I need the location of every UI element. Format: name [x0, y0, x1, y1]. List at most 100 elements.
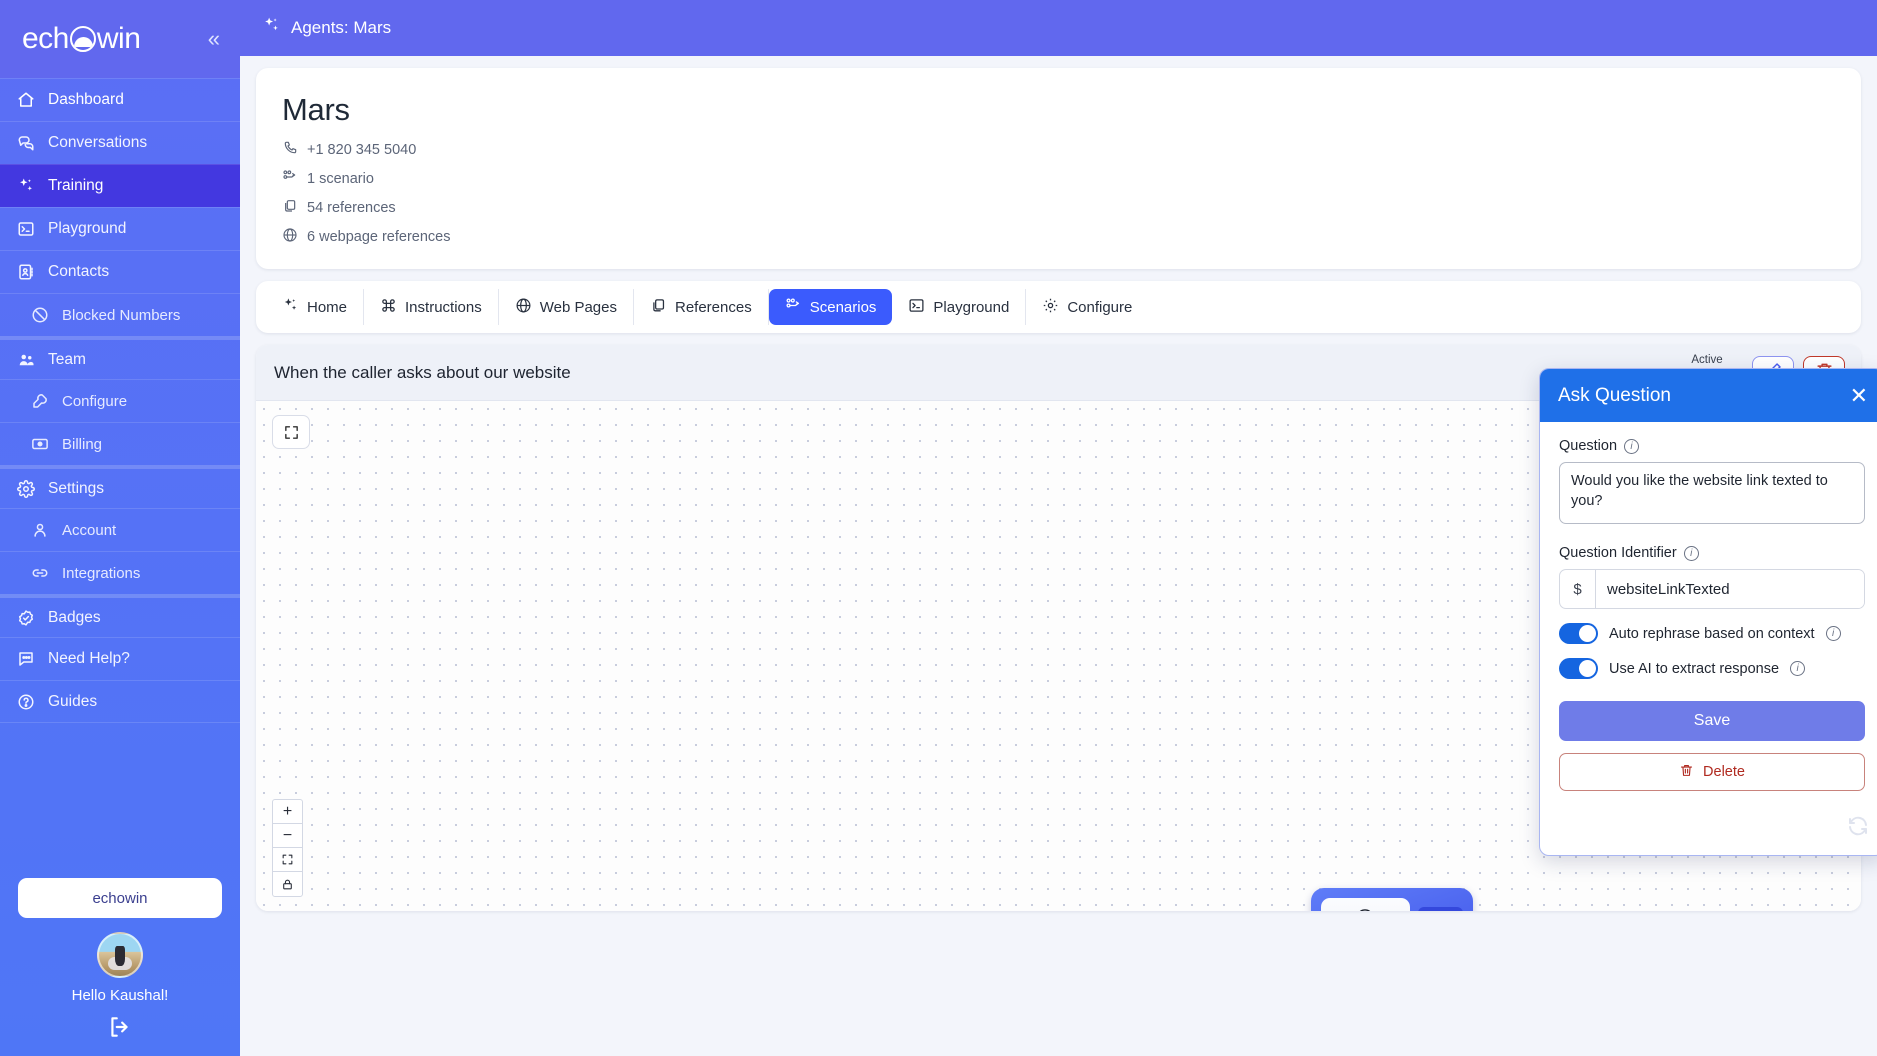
banknote-icon — [30, 434, 50, 454]
logo-o-icon — [69, 26, 96, 52]
info-icon[interactable]: i — [1790, 661, 1806, 676]
question-field-label: Question i — [1559, 438, 1865, 454]
node-ports: Sent Failed — [1417, 907, 1463, 911]
zoom-fit-button[interactable] — [273, 848, 302, 872]
page-title: Agents: Mars — [291, 18, 392, 37]
link-icon — [30, 563, 50, 583]
tab-label: Home — [307, 298, 348, 316]
agent-webpage-text: 6 webpage references — [307, 229, 451, 245]
sidebar-item-label: Need Help? — [48, 650, 130, 667]
contact-book-icon — [16, 262, 36, 282]
delete-button-label: Delete — [1703, 764, 1745, 780]
canvas-fullscreen-button[interactable] — [272, 415, 310, 449]
tab-configure[interactable]: Configure — [1026, 289, 1148, 325]
info-icon[interactable]: i — [1624, 438, 1640, 454]
agent-name: Mars — [282, 92, 350, 127]
tab-web-pages[interactable]: Web Pages — [499, 289, 634, 325]
sidebar-item-conversations[interactable]: Conversations — [0, 121, 240, 164]
refresh-icon[interactable] — [1846, 814, 1870, 843]
sidebar-item-label: Guides — [48, 692, 98, 710]
agent-meta-scenarios: 1 scenario — [282, 169, 1835, 189]
panel-header: Ask Question ✕ — [1540, 369, 1877, 422]
sidebar-item-label: Integrations — [62, 564, 141, 582]
tab-label: Instructions — [405, 298, 482, 316]
sidebar-item-training[interactable]: Training — [0, 164, 240, 207]
flow-node-send-text[interactable]: Send Text Sent Failed — [1311, 888, 1473, 911]
sidebar-item-playground[interactable]: Playground — [0, 207, 240, 250]
identifier-field-label: Question Identifier i — [1559, 545, 1865, 561]
sidebar-item-dashboard[interactable]: Dashboard — [0, 78, 240, 121]
auto-rephrase-toggle[interactable] — [1559, 623, 1598, 644]
sidebar-item-label: Dashboard — [48, 91, 124, 108]
tab-label: Configure — [1067, 298, 1133, 316]
sidebar: ech win « Dashboard Conversations Trainin… — [0, 0, 240, 1056]
canvas-lock-button[interactable] — [273, 872, 302, 896]
trash-icon — [1679, 763, 1694, 782]
sidebar-item-label: Contacts — [48, 263, 110, 280]
identifier-input[interactable] — [1596, 570, 1864, 608]
tab-scenarios[interactable]: Scenarios — [768, 289, 893, 325]
sparkles-icon — [262, 16, 281, 40]
gear-icon — [16, 479, 36, 499]
logout-icon[interactable] — [107, 1014, 133, 1040]
user-icon — [30, 520, 50, 540]
badge-check-icon — [16, 608, 36, 628]
zoom-out-button[interactable]: − — [273, 824, 302, 848]
tab-label: Playground — [933, 298, 1010, 316]
question-label-text: Question — [1559, 438, 1618, 454]
sidebar-item-settings[interactable]: Settings — [0, 465, 240, 508]
sidebar-item-team[interactable]: Team — [0, 336, 240, 379]
sidebar-item-account[interactable]: Account — [0, 508, 240, 551]
sidebar-item-label: Training — [48, 177, 104, 194]
sidebar-item-integrations[interactable]: Integrations — [0, 551, 240, 594]
echowin-logo[interactable]: ech win — [22, 22, 141, 56]
agent-scenario-text: 1 scenario — [307, 171, 374, 187]
chat-dots-icon — [1355, 906, 1375, 911]
tab-playground[interactable]: Playground — [892, 289, 1027, 325]
sidebar-item-configure[interactable]: Configure — [0, 379, 240, 422]
close-icon[interactable]: ✕ — [1850, 384, 1868, 407]
use-ai-toggle[interactable] — [1559, 658, 1598, 679]
active-label: Active — [1691, 354, 1723, 366]
phone-icon — [282, 140, 298, 160]
sparkles-icon — [16, 176, 36, 196]
main-area: Agents: Mars Mars +1 820 345 5040 1 scen… — [240, 0, 1877, 1056]
copy-icon — [282, 198, 298, 218]
globe-icon — [282, 227, 298, 247]
avatar[interactable] — [97, 932, 143, 978]
scenario-icon — [282, 169, 298, 189]
info-icon[interactable]: i — [1825, 626, 1841, 641]
sidebar-item-blocked-numbers[interactable]: Blocked Numbers — [0, 293, 240, 336]
question-input[interactable]: Would you like the website link texted t… — [1559, 462, 1865, 524]
agent-meta-webpages: 6 webpage references — [282, 227, 1835, 247]
terminal-icon — [16, 219, 36, 239]
sidebar-collapse-button[interactable]: « — [208, 28, 220, 50]
sidebar-item-billing[interactable]: Billing — [0, 422, 240, 465]
sidebar-item-label: Playground — [48, 220, 127, 237]
gear-icon — [1042, 297, 1059, 318]
sidebar-item-contacts[interactable]: Contacts — [0, 250, 240, 293]
sidebar-item-need-help[interactable]: Need Help? — [0, 637, 240, 680]
tab-instructions[interactable]: Instructions — [364, 289, 499, 325]
zoom-in-button[interactable]: + — [273, 800, 302, 824]
org-name: echowin — [92, 889, 148, 907]
home-icon — [16, 90, 36, 110]
tab-references[interactable]: References — [634, 289, 769, 325]
agent-phone-text: +1 820 345 5040 — [307, 142, 417, 158]
node-body: Send Text — [1321, 898, 1410, 911]
save-button[interactable]: Save — [1559, 701, 1865, 741]
wrench-icon — [30, 391, 50, 411]
tab-home[interactable]: Home — [266, 289, 365, 325]
sidebar-item-badges[interactable]: Badges — [0, 594, 240, 637]
node-port-sent[interactable]: Sent — [1417, 907, 1463, 911]
question-circle-icon — [16, 692, 36, 712]
top-bar: Agents: Mars — [240, 0, 1877, 56]
sidebar-item-label: Billing — [62, 435, 103, 453]
copy-icon — [650, 297, 667, 318]
info-icon[interactable]: i — [1683, 545, 1699, 561]
sidebar-item-label: Team — [48, 350, 86, 368]
delete-button[interactable]: Delete — [1559, 753, 1865, 791]
block-icon — [30, 305, 50, 325]
org-switcher-button[interactable]: echowin — [18, 878, 222, 918]
sidebar-item-guides[interactable]: Guides — [0, 680, 240, 723]
